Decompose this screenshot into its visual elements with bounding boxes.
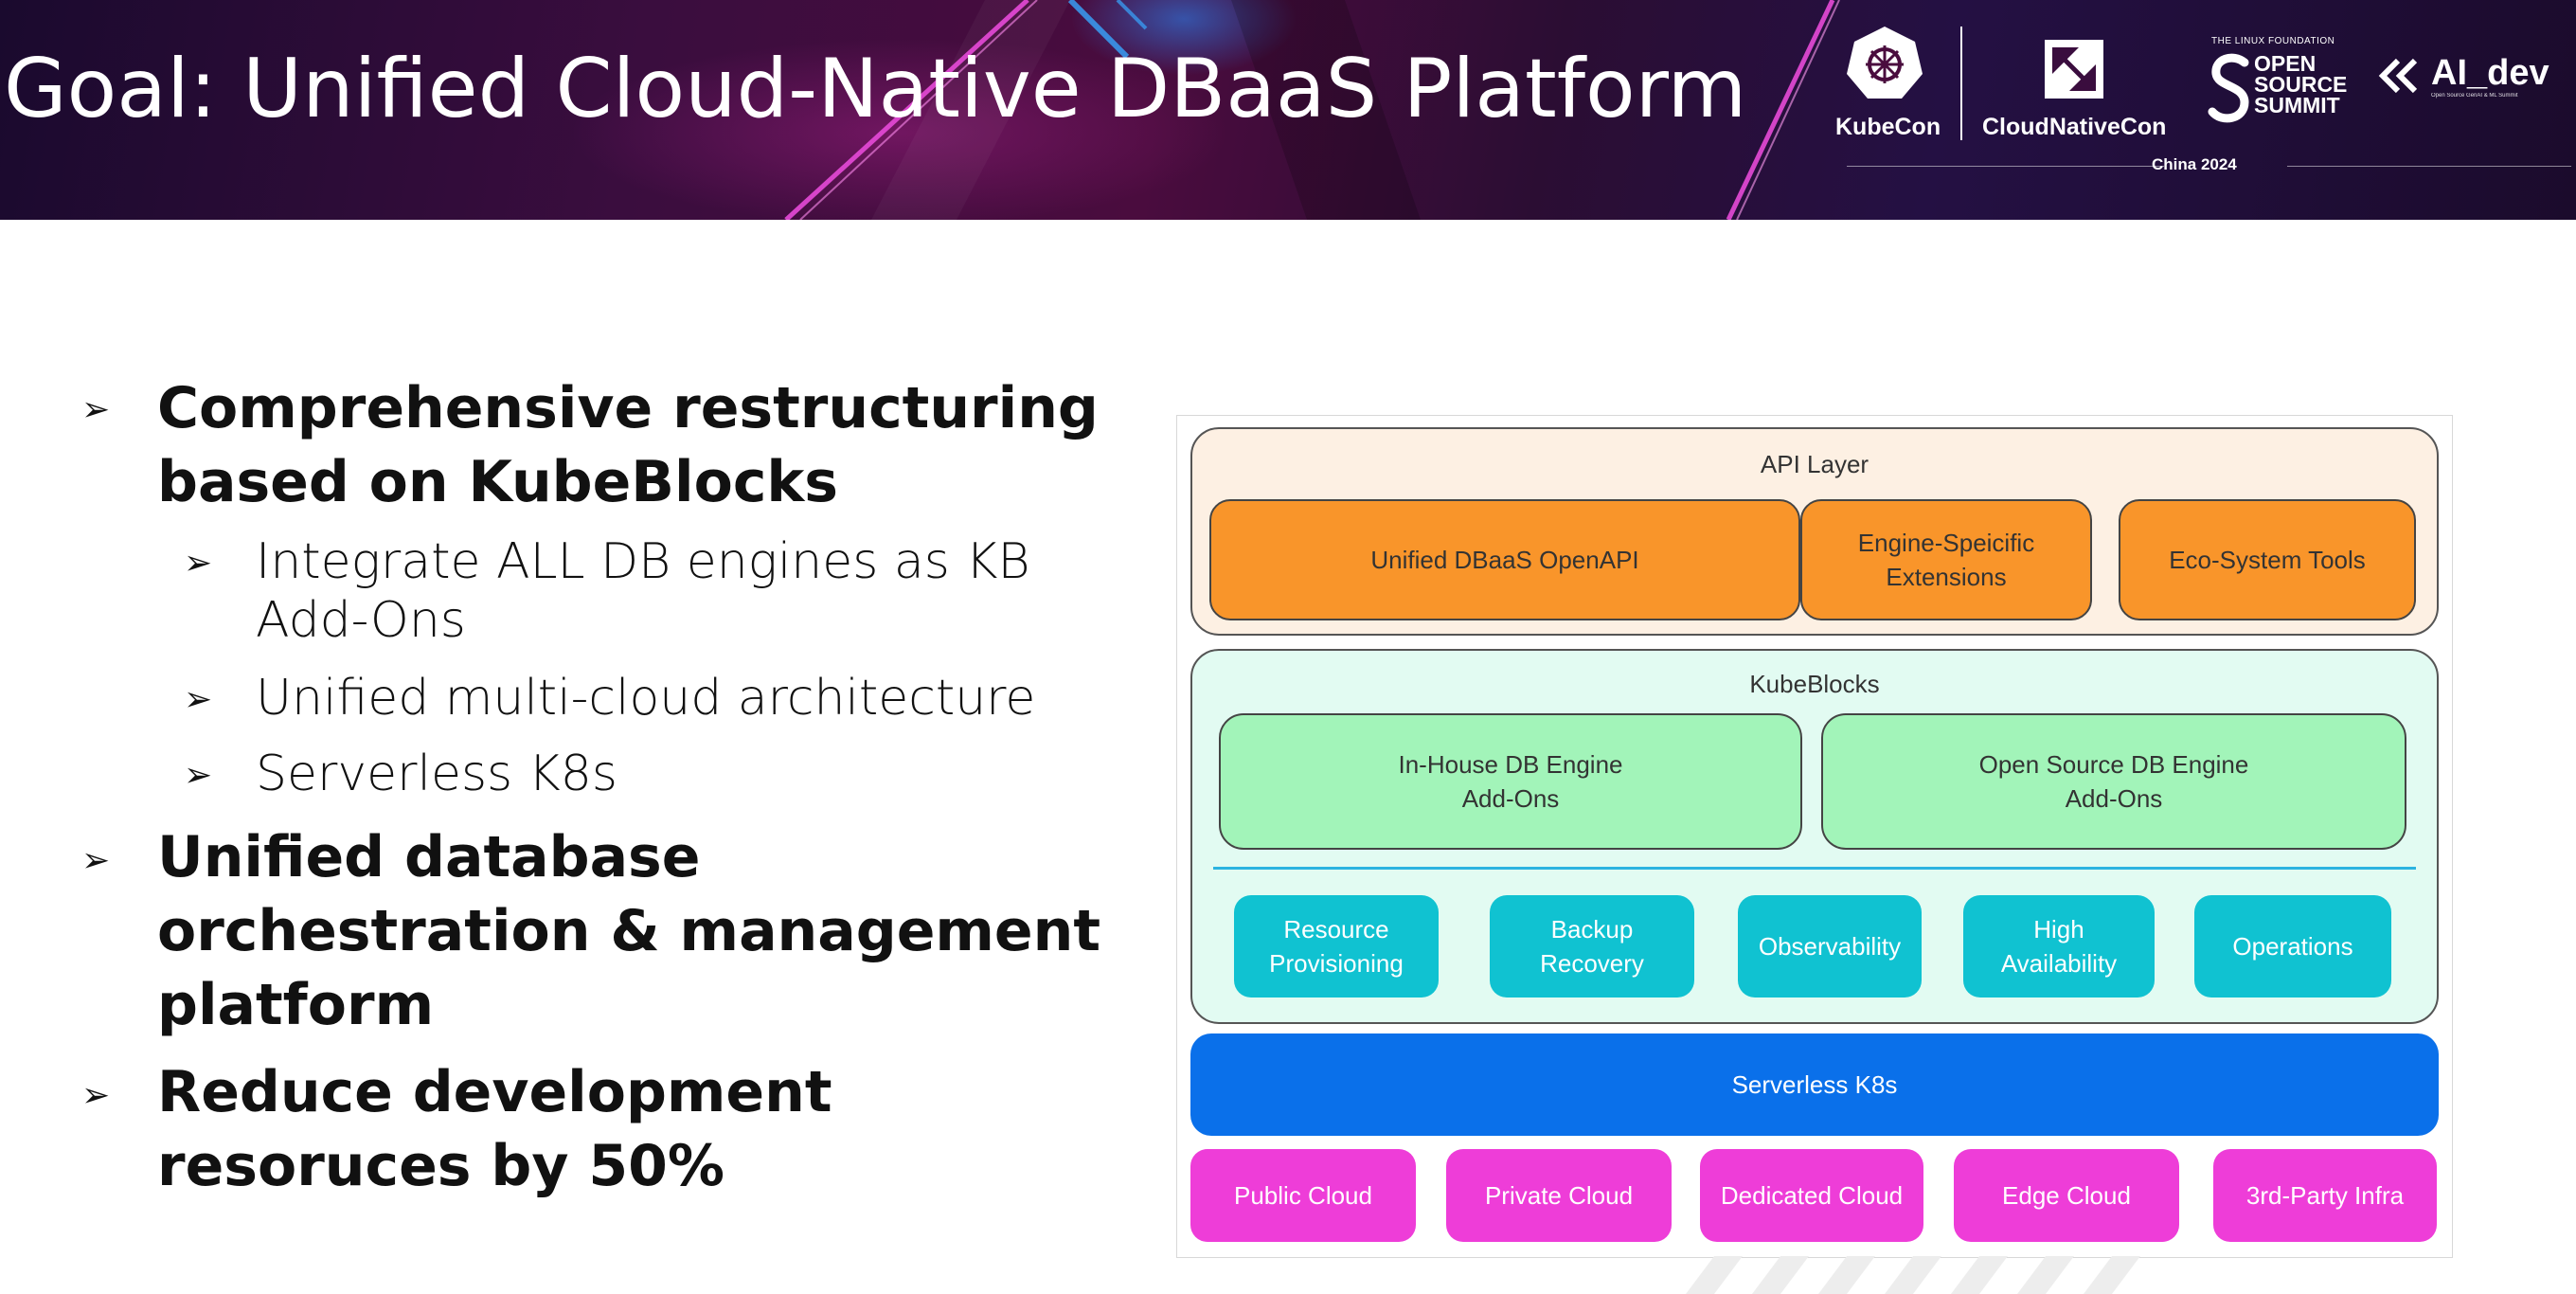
decorative-stripes bbox=[1686, 1256, 2140, 1294]
bullet-arrow-icon: ➢ bbox=[184, 680, 213, 719]
open-source-summit-logo-icon bbox=[2208, 53, 2249, 123]
engine-addon: Open Source DB Engine Add-Ons bbox=[1821, 713, 2406, 850]
capability-tile: Resource Provisioning bbox=[1234, 895, 1439, 997]
event-line-left bbox=[1847, 166, 2164, 167]
logo-divider bbox=[1960, 27, 1962, 140]
api-item: Engine-Speicific Extensions bbox=[1800, 499, 2092, 620]
bullet-item: Comprehensive restructuring based on Kub… bbox=[157, 375, 1099, 515]
capability-tile: Observability bbox=[1738, 895, 1922, 997]
capability-tile: High Availability bbox=[1963, 895, 2155, 997]
event-logos: KubeCon CloudNativeCon THE LINUX FOUNDAT… bbox=[1828, 19, 2576, 208]
event-label: China 2024 bbox=[2152, 155, 2237, 173]
bullet-item: Reduce development resoruces by 50% bbox=[157, 1059, 832, 1199]
event-line-right bbox=[2287, 166, 2571, 167]
kubeblocks-title: KubeBlocks bbox=[1749, 670, 1880, 698]
api-item: Unified DBaaS OpenAPI bbox=[1209, 499, 1800, 620]
sub-bullet-item: Integrate ALL DB engines as KB Add-Ons bbox=[256, 533, 1030, 649]
engine-addon: In-House DB Engine Add-Ons bbox=[1219, 713, 1802, 850]
infra-tile: Private Cloud bbox=[1446, 1149, 1672, 1242]
bullet-arrow-icon: ➢ bbox=[81, 390, 111, 429]
infra-tile: 3rd-Party Infra bbox=[2213, 1149, 2437, 1242]
serverless-k8s-layer: Serverless K8s bbox=[1190, 1033, 2439, 1136]
kubecon-label: KubeCon bbox=[1835, 114, 1941, 140]
architecture-diagram: API Layer Unified DBaaS OpenAPI Engine-S… bbox=[1176, 415, 2453, 1258]
bullet-arrow-icon: ➢ bbox=[184, 544, 213, 583]
aidev-subtitle: Open Source GenAI & ML Summit bbox=[2431, 93, 2518, 99]
kubecon-logo-icon bbox=[1847, 27, 1923, 99]
api-item: Eco-System Tools bbox=[2119, 499, 2416, 620]
infra-tile: Public Cloud bbox=[1190, 1149, 1416, 1242]
bullet-arrow-icon: ➢ bbox=[81, 1076, 111, 1115]
aidev-chevron-icon bbox=[2378, 58, 2418, 94]
bullet-arrow-icon: ➢ bbox=[184, 756, 213, 795]
api-layer-title: API Layer bbox=[1760, 450, 1869, 478]
linux-foundation-label: THE LINUX FOUNDATION bbox=[2211, 36, 2335, 46]
cloudnativecon-logo-icon bbox=[2045, 40, 2103, 99]
infra-tile: Dedicated Cloud bbox=[1700, 1149, 1923, 1242]
sub-bullet-item: Serverless K8s bbox=[256, 746, 617, 802]
infra-tile: Edge Cloud bbox=[1954, 1149, 2179, 1242]
open-source-summit-label: OPEN SOURCE SUMMIT bbox=[2254, 51, 2348, 117]
sub-bullet-item: Unified multi-cloud architecture bbox=[256, 670, 1036, 727]
bullet-arrow-icon: ➢ bbox=[81, 841, 111, 880]
bullet-item: Unified database orchestration & managem… bbox=[157, 824, 1101, 1038]
bullet-list: ➢ Comprehensive restructuring based on K… bbox=[0, 0, 1136, 1294]
capability-tile: Operations bbox=[2194, 895, 2391, 997]
kubeblocks-separator bbox=[1213, 867, 2416, 870]
capability-tile: Backup Recovery bbox=[1490, 895, 1694, 997]
cloudnativecon-label: CloudNativeCon bbox=[1982, 114, 2167, 140]
aidev-label: AI_dev bbox=[2431, 53, 2549, 93]
